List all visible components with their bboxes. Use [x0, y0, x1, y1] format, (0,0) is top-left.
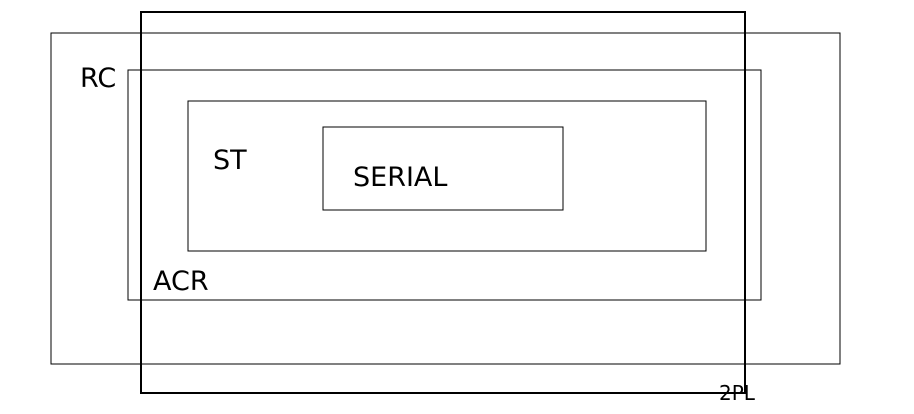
rc-label: RC	[80, 63, 116, 94]
rc-box	[50, 32, 841, 365]
acr-label: ACR	[153, 266, 209, 297]
set-inclusion-diagram: RC ST SERIAL ACR 2PL	[50, 11, 841, 405]
two-pl-box	[140, 11, 746, 394]
st-label: ST	[213, 145, 247, 176]
two-pl-label: 2PL	[719, 381, 756, 405]
serial-label: SERIAL	[353, 162, 447, 193]
